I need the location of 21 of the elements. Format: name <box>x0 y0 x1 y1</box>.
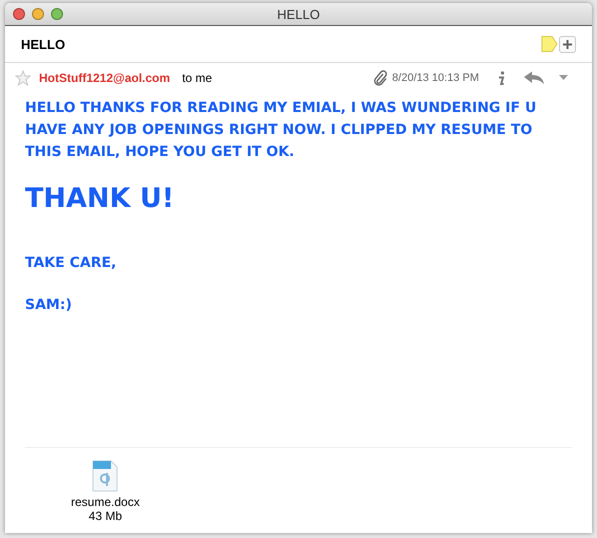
attachment-name[interactable]: resume.docx <box>71 495 140 509</box>
sender-address[interactable]: HotStuff1212@aol.com <box>39 71 170 85</box>
star-icon[interactable] <box>15 70 31 86</box>
dropdown-caret-icon[interactable] <box>559 75 568 81</box>
zoom-button[interactable] <box>51 8 63 20</box>
message-paragraph: HELLO THANKS FOR READING MY EMIAL, I WAS WUNDERING IF U HAVE ANY JOB OPENINGS RIGHT NOW. I CLIPPED MY RESUME TO THIS EMAIL, HOPE YOU GET IT OK. <box>25 99 538 162</box>
recipient-label: to me <box>182 71 212 85</box>
window-title: HELLO <box>276 6 321 22</box>
date-label: 8/20/13 10:13 PM <box>392 72 479 84</box>
message-heading: THANK U! <box>25 183 176 214</box>
message-paragraph: TAKE CARE, <box>25 254 118 273</box>
message-paragraph: SAM:) <box>25 296 73 315</box>
subject: HELLO <box>21 36 66 52</box>
document-file-icon[interactable] <box>91 460 120 492</box>
close-button[interactable] <box>13 8 25 20</box>
minimize-button[interactable] <box>32 8 44 20</box>
info-icon[interactable] <box>497 70 505 86</box>
attachment-size: 43 Mb <box>88 509 122 523</box>
reply-icon[interactable] <box>523 71 545 85</box>
add-label-button[interactable] <box>559 36 576 52</box>
plus-icon <box>563 40 572 48</box>
